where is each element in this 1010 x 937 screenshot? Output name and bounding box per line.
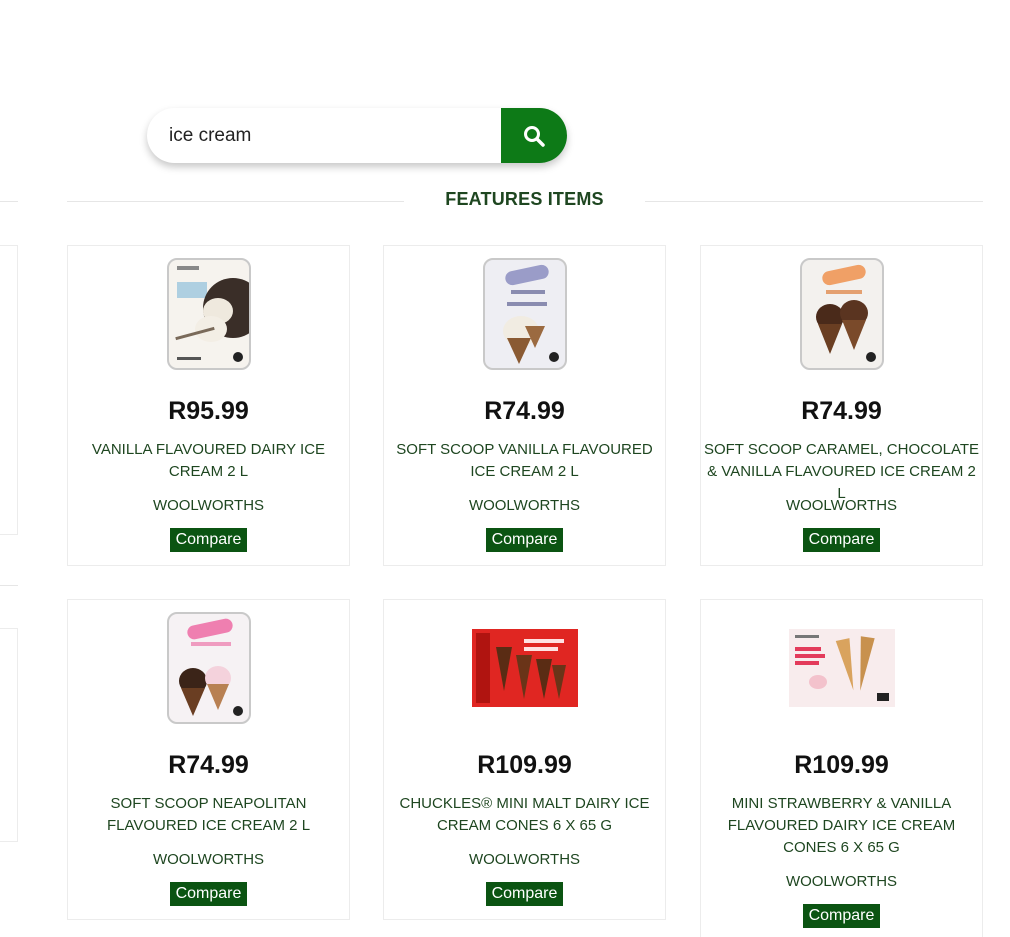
product-brand: WOOLWORTHS [785, 497, 898, 514]
product-price: R74.99 [801, 397, 882, 425]
product-card[interactable]: R109.99 CHUCKLES® MINI MALT DAIRY ICE CR… [383, 599, 666, 920]
product-name[interactable]: SOFT SCOOP CARAMEL, CHOCOLATE & VANILLA … [701, 439, 982, 505]
product-brand: WOOLWORTHS [468, 497, 581, 514]
compare-button[interactable]: Compare [802, 904, 881, 928]
compare-button[interactable]: Compare [802, 528, 881, 552]
section-header: FEATURES ITEMS [67, 186, 983, 216]
product-image[interactable] [701, 256, 982, 371]
product-image[interactable] [68, 610, 349, 725]
compare-button[interactable]: Compare [485, 528, 564, 552]
product-brand: WOOLWORTHS [152, 497, 265, 514]
product-brand: WOOLWORTHS [152, 851, 265, 868]
product-name[interactable]: SOFT SCOOP VANILLA FLAVOURED ICE CREAM 2… [384, 439, 665, 483]
product-price: R109.99 [794, 751, 889, 779]
search-button[interactable] [501, 108, 567, 163]
product-card[interactable]: R95.99 VANILLA FLAVOURED DAIRY ICE CREAM… [67, 245, 350, 566]
product-price: R74.99 [168, 751, 249, 779]
section-title: FEATURES ITEMS [445, 189, 604, 209]
heading-divider-left [67, 201, 404, 202]
product-name[interactable]: CHUCKLES® MINI MALT DAIRY ICE CREAM CONE… [384, 793, 665, 837]
compare-button[interactable]: Compare [169, 528, 248, 552]
product-name[interactable]: SOFT SCOOP NEAPOLITAN FLAVOURED ICE CREA… [68, 793, 349, 837]
product-card[interactable]: R74.99 SOFT SCOOP NEAPOLITAN FLAVOURED I… [67, 599, 350, 920]
left-divider [0, 201, 18, 202]
product-image[interactable] [384, 610, 665, 725]
product-card[interactable]: R74.99 SOFT SCOOP CARAMEL, CHOCOLATE & V… [700, 245, 983, 566]
compare-button[interactable]: Compare [169, 882, 248, 906]
product-image[interactable] [68, 256, 349, 371]
product-image[interactable] [701, 610, 982, 725]
product-price: R95.99 [168, 397, 249, 425]
compare-button[interactable]: Compare [485, 882, 564, 906]
left-card-fragment [0, 628, 18, 842]
search-bar [147, 108, 567, 163]
product-image[interactable] [384, 256, 665, 371]
product-card[interactable]: R74.99 SOFT SCOOP VANILLA FLAVOURED ICE … [383, 245, 666, 566]
product-brand: WOOLWORTHS [785, 873, 898, 890]
product-card[interactable]: R109.99 MINI STRAWBERRY & VANILLA FLAVOU… [700, 599, 983, 937]
product-name[interactable]: MINI STRAWBERRY & VANILLA FLAVOURED DAIR… [701, 793, 982, 859]
product-price: R109.99 [477, 751, 572, 779]
heading-divider-right [645, 201, 983, 202]
product-price: R74.99 [484, 397, 565, 425]
product-name[interactable]: VANILLA FLAVOURED DAIRY ICE CREAM 2 L [68, 439, 349, 483]
search-icon [524, 125, 545, 147]
search-input[interactable] [147, 108, 501, 163]
product-brand: WOOLWORTHS [468, 851, 581, 868]
left-divider [0, 585, 18, 586]
left-card-fragment [0, 245, 18, 535]
